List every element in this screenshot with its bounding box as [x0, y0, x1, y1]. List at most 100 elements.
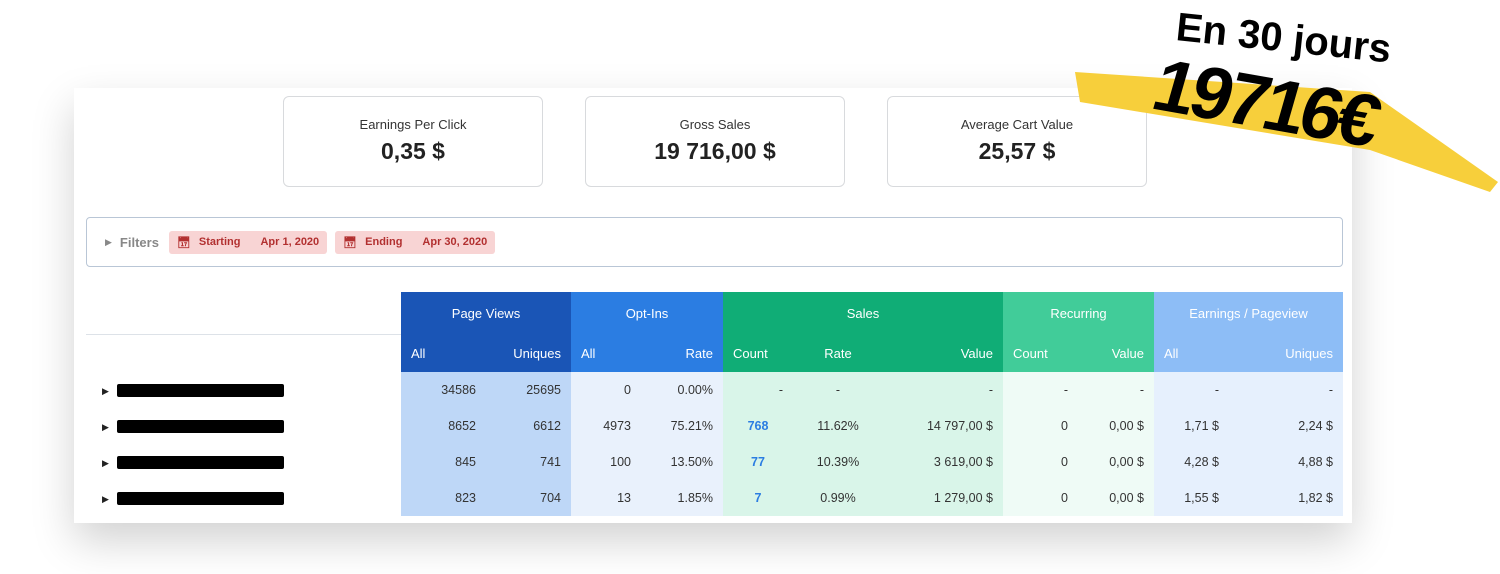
expand-caret-icon[interactable]: ▶ — [102, 386, 109, 396]
group-recurring: Recurring — [1003, 292, 1154, 334]
subheader[interactable]: All — [1154, 334, 1229, 372]
table-cell: 0,00 $ — [1078, 444, 1154, 480]
group-opt-ins: Opt-Ins — [571, 292, 723, 334]
table-cell: 0.99% — [793, 480, 883, 516]
chip-value: Apr 30, 2020 — [422, 236, 488, 248]
table-cell: 0.00% — [641, 372, 723, 408]
group-earnings-pageview: Earnings / Pageview — [1154, 292, 1343, 334]
table-cell: - — [1154, 372, 1229, 408]
table-cell: 13 — [571, 480, 641, 516]
group-sales: Sales — [723, 292, 1003, 334]
table-cell: 768 — [723, 408, 793, 444]
row-label[interactable]: ▶ — [86, 372, 401, 408]
filters-bar[interactable]: ▶ Filters 📅︎ Starting Apr 1, 2020 📅︎ End… — [86, 217, 1343, 267]
table-cell: 0 — [1003, 408, 1078, 444]
expand-caret-icon[interactable]: ▶ — [102, 422, 109, 432]
row-label[interactable]: ▶ — [86, 444, 401, 480]
sales-count-link[interactable]: 768 — [748, 419, 769, 433]
table-cell: 704 — [486, 480, 571, 516]
redacted-name — [116, 456, 284, 470]
calendar-icon: 📅︎ — [176, 236, 191, 249]
table-cell: 10.39% — [793, 444, 883, 480]
table-cell: 14 797,00 $ — [883, 408, 1003, 444]
table-cell: 77 — [723, 444, 793, 480]
gross-sales-card: Gross Sales 19 716,00 $ — [585, 96, 845, 187]
row-label[interactable]: ▶ — [86, 480, 401, 516]
card-value: 19 716,00 $ — [654, 138, 776, 164]
subheader[interactable]: All — [571, 334, 641, 372]
subheader[interactable]: All — [401, 334, 486, 372]
table-cell: 100 — [571, 444, 641, 480]
table-cell: 75.21% — [641, 408, 723, 444]
table-cell: 6612 — [486, 408, 571, 444]
group-page-views: Page Views — [401, 292, 571, 334]
table-cell: 4973 — [571, 408, 641, 444]
table-cell: 1,55 $ — [1154, 480, 1229, 516]
filters-label[interactable]: Filters — [120, 235, 159, 250]
redacted-name — [116, 420, 284, 434]
table-row[interactable]: ▶ 34586 25695 0 0.00% - - - - - - - — [86, 372, 1343, 408]
ending-date-chip[interactable]: 📅︎ Ending Apr 30, 2020 — [335, 230, 496, 254]
table-cell: 4,88 $ — [1229, 444, 1343, 480]
sales-count-link[interactable]: 7 — [755, 491, 762, 505]
subheader[interactable]: Count — [1003, 334, 1078, 372]
table-cell: 0,00 $ — [1078, 480, 1154, 516]
promo-banner: En 30 jours 19716€ — [1075, 5, 1498, 192]
table-row[interactable]: ▶ 845 741 100 13.50% 77 10.39% 3 619,00 $0 0,00 … — [86, 444, 1343, 480]
table-cell: 11.62% — [793, 408, 883, 444]
table-cell: 0 — [1003, 480, 1078, 516]
stats-table: Page Views Opt-Ins Sales Recurring Earni… — [86, 292, 1343, 516]
subheader[interactable]: Value — [1078, 334, 1154, 372]
table-cell: 3 619,00 $ — [883, 444, 1003, 480]
table-cell: - — [1078, 372, 1154, 408]
subheader[interactable]: Uniques — [1229, 334, 1343, 372]
table-cell: 4,28 $ — [1154, 444, 1229, 480]
expand-caret-icon[interactable]: ▶ — [102, 494, 109, 504]
table-cell: 741 — [486, 444, 571, 480]
card-label: Earnings Per Click — [359, 117, 467, 132]
table-cell: 1,82 $ — [1229, 480, 1343, 516]
subheader[interactable]: Rate — [793, 334, 883, 372]
expand-caret-icon[interactable]: ▶ — [102, 458, 109, 468]
table-cell: 2,24 $ — [1229, 408, 1343, 444]
subheader[interactable]: Count — [723, 334, 793, 372]
table-cell: 25695 — [486, 372, 571, 408]
caret-right-icon[interactable]: ▶ — [105, 237, 112, 248]
table-row[interactable]: ▶ 823 704 13 1.85% 7 0.99% 1 279,00 $0 0,00 $1,5… — [86, 480, 1343, 516]
table-cell: 8652 — [401, 408, 486, 444]
table-cell: - — [723, 372, 793, 408]
calendar-icon: 📅︎ — [343, 236, 358, 249]
subheader[interactable]: Rate — [641, 334, 723, 372]
table-row[interactable]: ▶ 8652 6612 4973 75.21% 768 11.62% 14 797,00 $0… — [86, 408, 1343, 444]
subheader[interactable]: Value — [883, 334, 1003, 372]
table-cell: - — [1003, 372, 1078, 408]
redacted-name — [116, 492, 284, 506]
table-cell: 13.50% — [641, 444, 723, 480]
sales-count-link[interactable]: 77 — [751, 455, 765, 469]
table-cell: - — [883, 372, 1003, 408]
table-cell: 1 279,00 $ — [883, 480, 1003, 516]
chip-label: Ending — [365, 236, 403, 248]
table-cell: 0 — [1003, 444, 1078, 480]
table-cell: 34586 — [401, 372, 486, 408]
chip-value: Apr 1, 2020 — [260, 236, 320, 248]
table-cell: - — [793, 372, 883, 408]
card-value: 0,35 $ — [381, 138, 445, 164]
earnings-per-click-card: Earnings Per Click 0,35 $ — [283, 96, 543, 187]
table-cell: - — [1229, 372, 1343, 408]
table-cell: 7 — [723, 480, 793, 516]
subheader[interactable]: Uniques — [486, 334, 571, 372]
row-label[interactable]: ▶ — [86, 408, 401, 444]
table-cell: 845 — [401, 444, 486, 480]
card-label: Gross Sales — [679, 117, 751, 132]
table-cell: 823 — [401, 480, 486, 516]
table-cell: 1,71 $ — [1154, 408, 1229, 444]
redacted-name — [116, 384, 284, 398]
blank-header — [86, 292, 401, 334]
table-cell: 0,00 $ — [1078, 408, 1154, 444]
table-cell: 0 — [571, 372, 641, 408]
table-cell: 1.85% — [641, 480, 723, 516]
starting-date-chip[interactable]: 📅︎ Starting Apr 1, 2020 — [168, 230, 328, 254]
chip-label: Starting — [198, 236, 241, 248]
blank-header — [86, 333, 401, 372]
